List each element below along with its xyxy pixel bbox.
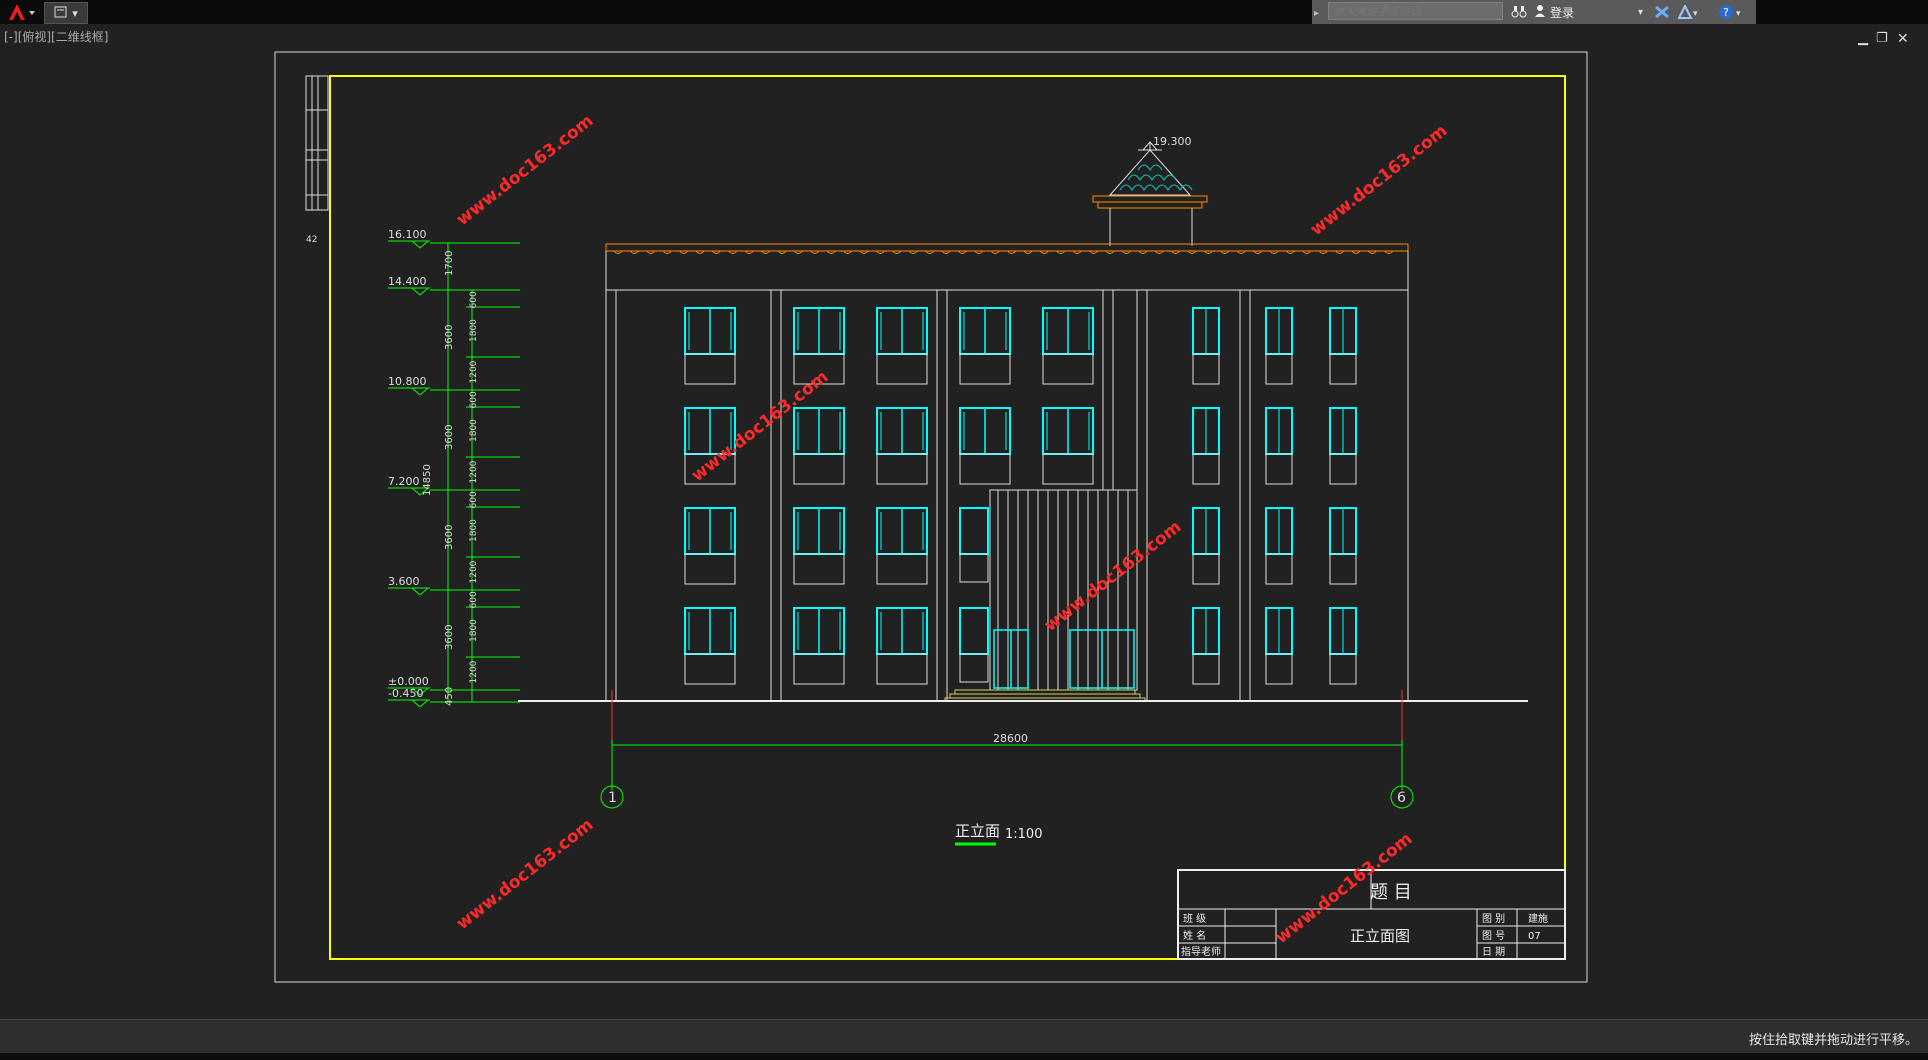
facade-outline: [605, 289, 1409, 702]
tb-value-number: 07: [1528, 931, 1541, 942]
watermark-text: www.doc163.com: [1041, 517, 1186, 636]
search-expand-icon[interactable]: ▸: [1314, 4, 1319, 22]
dim-label: 1800: [469, 319, 479, 342]
elevation-markers: 16.100 14.400 10.800 7.200 3.600 ±0.000-0.450: [388, 228, 430, 708]
axis-label-left: 1: [608, 790, 617, 806]
elevation-label: 10.800: [388, 375, 427, 388]
dim-label: 1700: [444, 251, 455, 276]
tb-label-class: 班 级: [1183, 913, 1206, 925]
total-height-dim: 14850: [422, 464, 433, 496]
dim-label: 600: [469, 591, 479, 608]
dim-label: 3600: [444, 525, 455, 550]
dim-label: 1800: [469, 619, 479, 642]
axis-label-right: 6: [1397, 790, 1406, 806]
dim-label: 3600: [444, 625, 455, 650]
watermarks: www.doc163.com www.doc163.com www.doc163.c…: [453, 111, 1452, 948]
dim-label: 1200: [469, 360, 479, 383]
bottom-strip: [0, 1053, 1928, 1060]
windows: [684, 307, 1357, 685]
search-input[interactable]: [1328, 2, 1503, 20]
cornice: [605, 243, 1409, 254]
login-button[interactable]: 登录: [1534, 3, 1574, 21]
a360-icon[interactable]: ▾: [1678, 3, 1700, 21]
search-binoculars-icon[interactable]: [1511, 3, 1527, 21]
watermark-text: www.doc163.com: [688, 367, 833, 486]
svg-text:?: ?: [1723, 6, 1729, 19]
elevation-label: -0.450: [388, 687, 423, 700]
dim-label: 1800: [469, 419, 479, 442]
watermark-text: www.doc163.com: [1272, 829, 1417, 948]
elevation-label: 3.600: [388, 575, 420, 588]
pilasters: [615, 290, 1251, 701]
entrance-steps: [944, 689, 1146, 702]
elevation-label: ±0.000: [388, 675, 429, 688]
entrance-portal: [989, 489, 1138, 691]
status-bar: 按住拾取键并拖动进行平移。: [0, 1019, 1928, 1053]
paper-border: [274, 51, 1588, 983]
svg-text:▾: ▾: [1693, 9, 1698, 19]
dim-label: 600: [469, 291, 479, 308]
tb-label-category: 图 别: [1482, 913, 1505, 925]
dim-label: 1800: [469, 519, 479, 542]
tb-label-name: 姓 名: [1183, 929, 1206, 942]
title-block: [1177, 869, 1566, 960]
status-message: 按住拾取键并拖动进行平移。: [1748, 1033, 1918, 1048]
close-icon[interactable]: ✕: [1897, 31, 1909, 47]
dim-label: 3600: [444, 325, 455, 350]
user-icon: [1534, 4, 1546, 21]
tb-label-advisor: 指导老师: [1181, 945, 1221, 958]
minimize-icon[interactable]: ▁: [1858, 31, 1868, 46]
tb-value-category: 建施: [1528, 912, 1548, 925]
dim-label: 450: [444, 687, 455, 706]
workspace-icon[interactable]: [54, 5, 68, 22]
quick-access-toolbar[interactable]: ▾: [44, 2, 88, 24]
vertical-dimensions: 1700 3600 3600 3600 3600 450 600 1800 1200 600 180…: [430, 242, 520, 706]
help-icon[interactable]: ? ▾: [1718, 3, 1744, 21]
tb-label-date: 日 期: [1482, 946, 1505, 958]
sidebar-mark: 42: [306, 235, 317, 245]
application-menu-button[interactable]: [0, 0, 42, 24]
autocad-logo-icon: [9, 4, 35, 20]
tb-label-number: 图 号: [1482, 930, 1505, 942]
login-label: 登录: [1550, 5, 1575, 20]
dim-label: 1200: [469, 560, 479, 583]
elevation-label: 16.100: [388, 228, 427, 241]
roof-top-elevation: 19.300: [1153, 135, 1192, 148]
dim-label: 1200: [469, 460, 479, 483]
login-dropdown-icon[interactable]: ▾: [1638, 3, 1643, 21]
title-block-header: 题 目: [1370, 882, 1412, 903]
dropdown-arrow-icon[interactable]: ▾: [72, 7, 78, 20]
building-elevation: 19.300: [518, 135, 1528, 702]
dim-label: 600: [469, 391, 479, 408]
entrance-doors: [993, 629, 1135, 689]
elevation-label: 14.400: [388, 275, 427, 288]
svg-text:▾: ▾: [1736, 9, 1741, 19]
horizontal-dimension: 28600 1 6: [600, 690, 1414, 809]
watermark-text: www.doc163.com: [1307, 121, 1452, 240]
title-bar: ▾ ▸ 登录 ▾ ▾ ?▾: [0, 0, 1928, 24]
title-block-drawing-name: 正立面图: [1350, 927, 1410, 945]
elevation-label: 7.200: [388, 475, 420, 488]
drawing-frame: [329, 75, 1566, 960]
roof-pavilion: [1108, 149, 1192, 196]
binding-strip: [305, 75, 329, 211]
view-title: 正立面: [955, 822, 1000, 840]
watermark-text: www.doc163.com: [453, 111, 598, 230]
viewport-controls-label[interactable]: [-][俯视][二维线框]: [4, 28, 108, 45]
dim-label: 600: [469, 491, 479, 508]
view-scale: 1:100: [1005, 827, 1042, 842]
restore-icon[interactable]: ❐: [1876, 31, 1888, 46]
exchange-icon[interactable]: [1654, 3, 1670, 21]
overall-width-dim: 28600: [993, 732, 1028, 745]
dim-label: 1200: [469, 660, 479, 683]
watermark-text: www.doc163.com: [453, 815, 598, 934]
drawing-canvas: 42 16.100 14.400 10.800 7.200 3.600 ±0.000-0.…: [274, 51, 1588, 983]
dim-label: 3600: [444, 425, 455, 450]
